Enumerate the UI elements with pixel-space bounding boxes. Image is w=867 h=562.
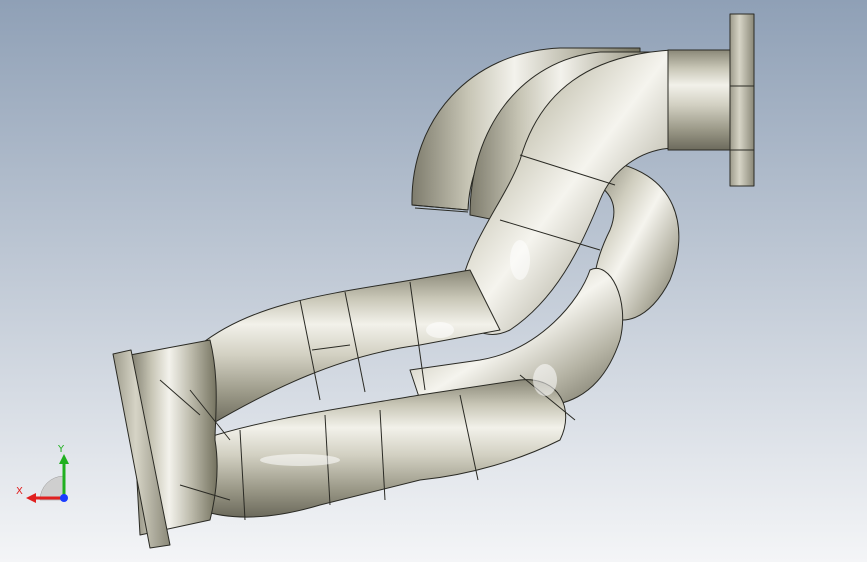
z-axis-dot (60, 494, 68, 502)
y-axis-label: Y (57, 444, 65, 455)
graphics-viewport[interactable]: Y X (0, 0, 867, 562)
outlet-flange[interactable] (729, 13, 755, 187)
model-view[interactable]: Y X (0, 0, 867, 562)
x-axis-label: X (16, 486, 23, 497)
outlet-tube[interactable] (667, 49, 734, 151)
